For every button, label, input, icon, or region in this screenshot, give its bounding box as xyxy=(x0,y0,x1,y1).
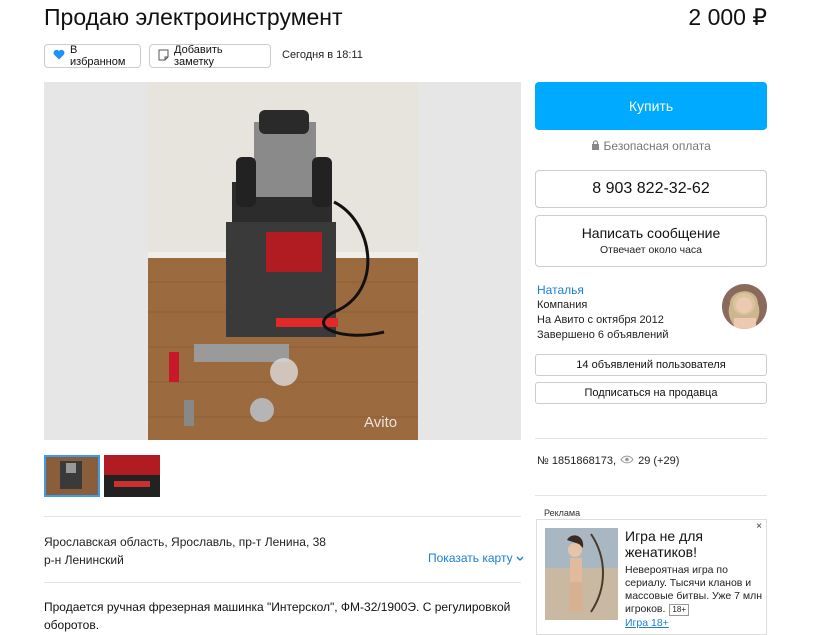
divider xyxy=(44,582,521,583)
safe-payment: Безопасная оплата xyxy=(535,139,767,153)
eye-icon xyxy=(620,455,634,467)
message-label: Написать сообщение xyxy=(581,225,721,241)
add-note-label: Добавить заметку xyxy=(174,44,223,68)
address-block: Ярославская область, Ярославль, пр-т Лен… xyxy=(44,533,326,569)
divider xyxy=(535,495,767,496)
show-map-label: Показать карту xyxy=(428,551,513,565)
age-badge: 18+ xyxy=(669,604,689,616)
ad-image[interactable] xyxy=(545,528,618,620)
ad-banner[interactable]: × Игра не для женатиков! Невероятная игр… xyxy=(536,519,767,635)
photo-thumbnail[interactable] xyxy=(44,455,100,497)
show-map-link[interactable]: Показать карту xyxy=(428,551,524,565)
views-count: 29 (+29) xyxy=(638,455,680,467)
listing-title: Продаю электроинструмент xyxy=(44,4,343,30)
heart-icon xyxy=(53,49,65,63)
subscribe-seller-button[interactable]: Подписаться на продавца xyxy=(535,382,767,404)
district-text: р-н Ленинский xyxy=(44,553,124,567)
favorite-button[interactable]: В избранном xyxy=(44,44,141,68)
note-icon xyxy=(158,49,169,64)
main-photo[interactable]: Avito xyxy=(44,82,521,440)
divider xyxy=(44,516,521,517)
safe-payment-label: Безопасная оплата xyxy=(603,139,711,153)
divider xyxy=(535,438,767,439)
message-button[interactable]: Написать сообщение Отвечает около часа xyxy=(535,215,767,267)
listing-price: 2 000 ₽ xyxy=(688,4,767,30)
seller-since: На Авито с октября 2012 xyxy=(537,314,664,326)
seller-info: Наталья Компания На Авито с октября 2012… xyxy=(537,283,668,343)
chevron-down-icon xyxy=(516,551,524,565)
close-icon[interactable]: × xyxy=(756,521,762,532)
ad-body-text: Невероятная игра по сериалу. Тысячи клан… xyxy=(625,564,763,615)
listing-description: Продается ручная фрезерная машинка "Инте… xyxy=(44,600,511,632)
reply-time: Отвечает около часа xyxy=(599,244,703,256)
seller-name-link[interactable]: Наталья xyxy=(537,283,668,298)
listing-stats: № 1851868173, 29 (+29) xyxy=(537,455,679,467)
ad-label: Реклама xyxy=(544,508,581,518)
avatar[interactable] xyxy=(722,284,767,329)
photo-thumbnail[interactable] xyxy=(104,455,160,497)
seller-completed: Завершено 6 объявлений xyxy=(537,329,669,341)
ad-headline[interactable]: Игра не для женатиков! xyxy=(625,528,755,560)
photo-watermark: Avito xyxy=(364,414,397,431)
listing-date: Сегодня в 18:11 xyxy=(282,49,363,61)
user-listings-button[interactable]: 14 объявлений пользователя xyxy=(535,354,767,376)
seller-type: Компания xyxy=(537,299,588,311)
ad-body: Невероятная игра по сериалу. Тысячи клан… xyxy=(625,564,763,616)
lock-icon xyxy=(591,139,603,153)
ad-link[interactable]: Игра 18+ xyxy=(625,617,669,629)
favorite-label: В избранном xyxy=(70,44,126,68)
buy-button[interactable]: Купить xyxy=(535,82,767,130)
phone-button[interactable]: 8 903 822-32-62 xyxy=(535,170,767,208)
address-text: Ярославская область, Ярославль, пр-т Лен… xyxy=(44,535,326,549)
listing-id: № 1851868173, xyxy=(537,455,617,467)
add-note-button[interactable]: Добавить заметку xyxy=(149,44,271,68)
